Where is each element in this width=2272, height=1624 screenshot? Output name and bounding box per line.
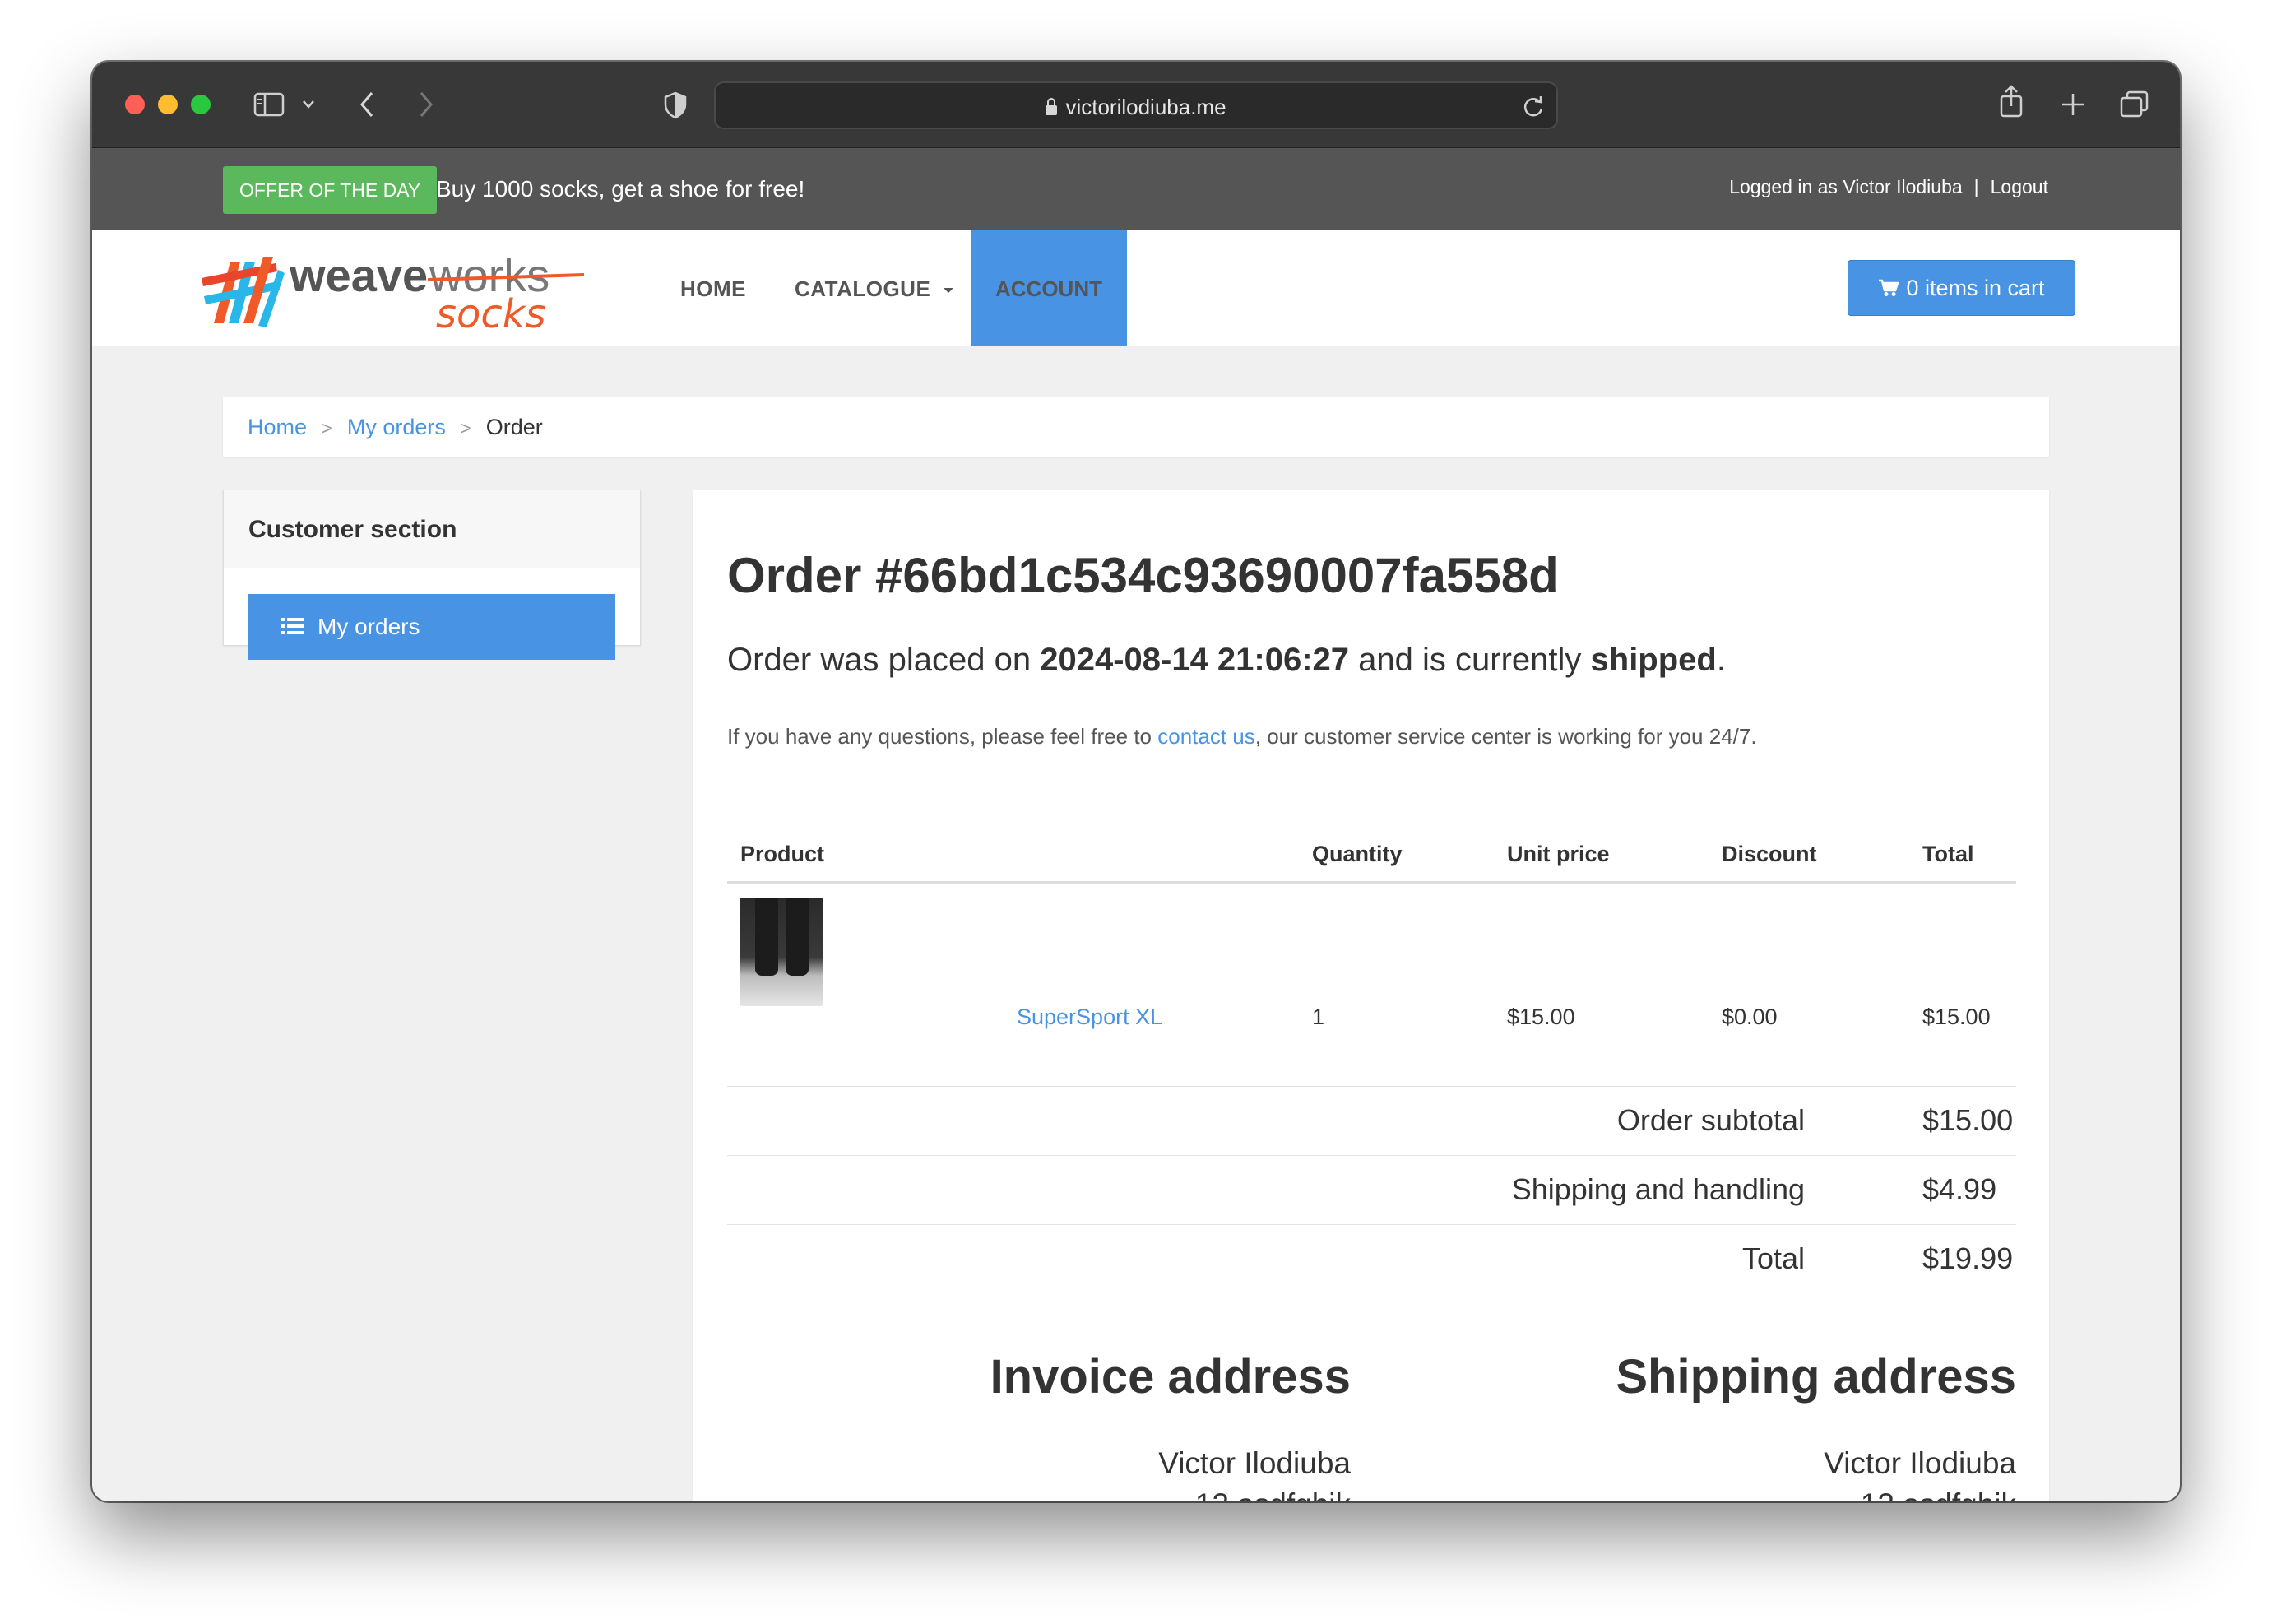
cart-button[interactable]: 0 items in cart <box>1848 260 2075 316</box>
shipping-value: $4.99 <box>1922 1172 1997 1206</box>
new-tab-icon[interactable] <box>2060 91 2086 118</box>
sidebar-title: Customer section <box>224 490 640 568</box>
breadcrumb-separator: > <box>460 418 471 438</box>
shipping-address-line: Victor Ilodiuba <box>1824 1446 2016 1480</box>
browser-window: victorilodiuba.me OFFER OF THE DAY Buy 1… <box>92 62 2180 1501</box>
col-header-unit-price: Unit price <box>1507 842 1610 866</box>
product-discount: $0.00 <box>1722 1005 1778 1029</box>
product-name-link[interactable]: SuperSport XL <box>1017 1005 1162 1030</box>
nav-catalogue-label: CATALOGUE <box>795 276 931 301</box>
subtotal-label: Order subtotal <box>1616 1103 1805 1137</box>
caret-down-icon <box>944 288 954 294</box>
minimize-window-button[interactable] <box>158 95 178 114</box>
offer-bar: OFFER OF THE DAY Buy 1000 socks, get a s… <box>92 148 2180 230</box>
invoice-address-line: Victor Ilodiuba <box>1158 1446 1351 1480</box>
contact-us-link[interactable]: contact us <box>1157 724 1255 749</box>
main-navbar: weave works socks HOME CATALOGUE ACCOUNT… <box>92 230 2180 346</box>
cart-icon <box>1879 279 1900 296</box>
table-header-divider <box>727 881 2016 884</box>
subtotal-value: $15.00 <box>1922 1103 2014 1137</box>
shipping-address-line: 12 asdfghjk <box>1861 1487 2016 1501</box>
login-separator: | <box>1973 176 1979 197</box>
nav-account[interactable]: ACCOUNT <box>971 230 1127 346</box>
weaveworks-socks-logo[interactable]: weave works socks <box>197 245 592 336</box>
divider <box>727 1086 2016 1087</box>
shield-icon[interactable] <box>663 91 688 119</box>
order-help-text: If you have any questions, please feel f… <box>727 724 1757 749</box>
product-unit-price: $15.00 <box>1507 1005 1575 1029</box>
invoice-address-line: 12 asdfghjk <box>1195 1487 1351 1501</box>
order-panel: Order #66bd1c534c93690007fa558d Order wa… <box>693 490 2049 1501</box>
address-bar[interactable]: victorilodiuba.me <box>714 81 1558 129</box>
product-quantity: 1 <box>1312 1005 1325 1029</box>
breadcrumb-separator: > <box>322 418 332 438</box>
order-title: Order #66bd1c534c93690007fa558d <box>727 548 1559 603</box>
breadcrumb-current: Order <box>485 415 543 439</box>
browser-toolbar: victorilodiuba.me <box>92 62 2180 148</box>
lock-icon <box>1046 98 1058 115</box>
my-orders-button[interactable]: My orders <box>248 594 615 660</box>
zoom-window-button[interactable] <box>191 95 211 114</box>
list-icon <box>281 618 304 634</box>
cart-label: 0 items in cart <box>1906 276 2045 300</box>
divider <box>727 1224 2016 1225</box>
logo-word-socks: socks <box>436 291 546 336</box>
col-header-discount: Discount <box>1722 842 1817 866</box>
share-icon[interactable] <box>1997 83 2025 119</box>
my-orders-label: My orders <box>318 614 420 639</box>
order-lead-middle: and is currently <box>1349 642 1591 678</box>
logged-in-text: Logged in as Victor Ilodiuba <box>1729 176 1963 197</box>
invoice-address-heading: Invoice address <box>990 1350 1351 1404</box>
logo-word-weave: weave <box>289 249 428 301</box>
order-status-line: Order was placed on 2024-08-14 21:06:27 … <box>727 642 1726 679</box>
breadcrumb: Home > My orders > Order <box>223 397 2049 457</box>
sidebar-toggle-icon[interactable] <box>253 91 285 118</box>
breadcrumb-home[interactable]: Home <box>248 415 307 439</box>
product-image[interactable] <box>740 898 823 1006</box>
help-prefix: If you have any questions, please feel f… <box>727 724 1158 749</box>
offer-text: Buy 1000 socks, get a shoe for free! <box>436 176 805 202</box>
col-header-quantity: Quantity <box>1312 842 1403 866</box>
nav-home[interactable]: HOME <box>680 276 746 302</box>
col-header-total: Total <box>1922 842 1974 866</box>
reload-icon[interactable] <box>1522 94 1545 118</box>
order-lead-suffix: . <box>1716 642 1726 678</box>
total-label: Total <box>1741 1241 1805 1275</box>
url-text: victorilodiuba.me <box>1065 95 1226 119</box>
col-header-product: Product <box>740 842 825 866</box>
login-info: Logged in as Victor Ilodiuba | Logout <box>1729 176 2048 198</box>
shipping-label: Shipping and handling <box>1511 1172 1805 1206</box>
forward-icon[interactable] <box>416 90 436 119</box>
offer-badge[interactable]: OFFER OF THE DAY <box>223 166 438 214</box>
breadcrumb-my-orders[interactable]: My orders <box>347 415 446 439</box>
order-status: shipped <box>1590 642 1717 678</box>
order-lead-prefix: Order was placed on <box>727 642 1041 678</box>
back-icon[interactable] <box>357 90 377 119</box>
nav-account-label: ACCOUNT <box>995 276 1102 301</box>
help-suffix: , our customer service center is working… <box>1254 724 1757 749</box>
tabs-overview-icon[interactable] <box>2119 90 2150 119</box>
logout-link[interactable]: Logout <box>1991 176 2048 197</box>
nav-catalogue[interactable]: CATALOGUE <box>795 276 955 302</box>
divider <box>727 1155 2016 1156</box>
shipping-address-heading: Shipping address <box>1616 1350 2016 1404</box>
close-window-button[interactable] <box>125 95 145 114</box>
total-value: $19.99 <box>1922 1241 2014 1275</box>
order-date: 2024-08-14 21:06:27 <box>1040 642 1350 678</box>
product-total: $15.00 <box>1922 1005 1991 1029</box>
customer-sidebar: Customer section My orders <box>223 490 641 660</box>
chevron-down-icon[interactable] <box>301 99 316 110</box>
